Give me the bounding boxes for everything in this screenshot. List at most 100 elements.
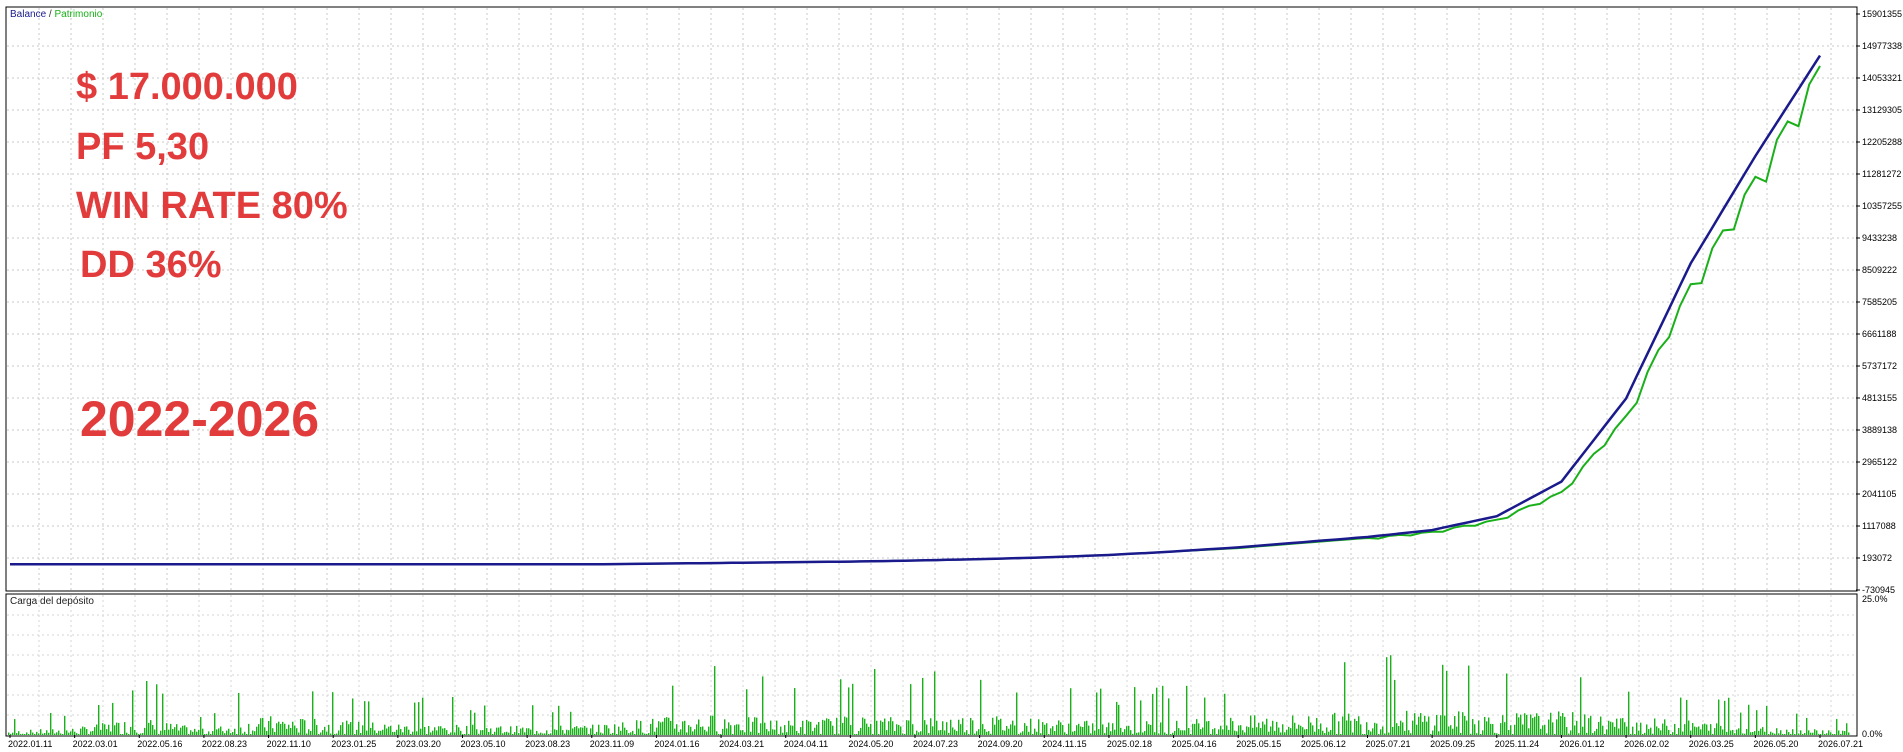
deposit-bar [1368,729,1370,735]
deposit-bar [668,717,670,735]
deposit-bar [1526,714,1528,735]
deposit-bar [1578,733,1580,735]
deposit-bar [224,733,226,735]
deposit-bar [946,722,948,735]
deposit-bar [892,721,894,735]
deposit-bar [316,725,318,735]
deposit-bar [850,725,852,735]
deposit-bar [844,716,846,735]
deposit-bar [82,726,84,735]
deposit-bar [1456,726,1458,735]
deposit-bar [1338,721,1340,735]
deposit-bar [618,726,620,735]
deposit-bar [556,730,558,735]
deposit-bar [1244,732,1246,735]
deposit-bar [1050,728,1052,735]
deposit-bar [22,733,24,735]
deposit-bar [1446,670,1448,735]
deposit-bar [1212,729,1214,735]
deposit-bar [936,720,938,735]
deposit-bar [770,720,772,735]
deposit-bar [1352,732,1354,735]
deposit-bar [654,731,656,735]
deposit-bar [1634,734,1636,735]
deposit-bar [1010,724,1012,735]
deposit-bar [1014,725,1016,735]
deposit-bar [546,730,548,735]
deposit-bar [1370,731,1372,735]
deposit-bar [1570,730,1572,735]
deposit-bar [1084,721,1086,735]
deposit-bar [842,722,844,735]
deposit-bar [244,731,246,735]
deposit-bar [1358,716,1360,735]
deposit-bar [1372,728,1374,735]
deposit-bar [1746,728,1748,735]
deposit-bar [1074,730,1076,735]
deposit-bar [252,730,254,735]
deposit-bar [1530,714,1532,735]
deposit-bar [744,732,746,735]
deposit-bar [18,731,20,735]
deposit-bar [822,719,824,735]
deposit-bar [690,726,692,735]
deposit-bar [900,726,902,735]
deposit-bar [1036,731,1038,735]
deposit-bar [216,729,218,735]
x-tick-label: 2022.03.01 [73,739,118,749]
x-tick-label: 2022.08.23 [202,739,247,749]
deposit-bar [250,734,252,735]
deposit-bar [1820,734,1822,735]
x-tick-label: 2025.02.18 [1107,739,1152,749]
deposit-bar [1364,734,1366,735]
deposit-bar [230,733,232,735]
deposit-bar [1552,722,1554,735]
deposit-bar [868,726,870,735]
deposit-bar [1556,719,1558,735]
deposit-bar [266,731,268,735]
deposit-bar [1362,734,1364,735]
deposit-bar [1260,728,1262,735]
deposit-bar [672,685,674,735]
deposit-bar [324,726,326,735]
deposit-bar [780,726,782,735]
deposit-bar [298,732,300,735]
deposit-bar [288,724,290,735]
deposit-bar [148,722,150,735]
deposit-bar [814,727,816,735]
deposit-bar [436,730,438,735]
deposit-bar [984,729,986,735]
deposit-bar [108,724,110,735]
deposit-bar [570,711,572,735]
deposit-bar [568,730,570,735]
deposit-bar [836,717,838,735]
deposit-bar [1640,722,1642,735]
deposit-bar [488,731,490,735]
deposit-bar [76,733,78,735]
deposit-bar [514,732,516,735]
deposit-bar [904,734,906,735]
deposit-bar [158,734,160,735]
deposit-bar [400,729,402,735]
deposit-bar [602,733,604,735]
deposit-bar [1302,727,1304,735]
deposit-bar [954,729,956,735]
deposit-bar [1108,722,1110,735]
deposit-bar [1540,728,1542,735]
deposit-bar [1550,712,1552,735]
x-tick-label: 2025.06.12 [1301,739,1346,749]
deposit-bar [972,720,974,735]
deposit-bar [890,717,892,735]
deposit-bar [598,724,600,735]
deposit-bar [194,728,196,735]
deposit-bar [1828,730,1830,735]
deposit-y-tick-label: 0.0% [1862,729,1883,739]
deposit-bar [756,717,758,735]
deposit-bar [1226,725,1228,735]
deposit-bar [630,732,632,735]
deposit-bar [626,729,628,735]
deposit-bar [276,723,278,735]
deposit-bar [796,730,798,735]
deposit-bar [462,734,464,735]
deposit-bar [1472,719,1474,735]
